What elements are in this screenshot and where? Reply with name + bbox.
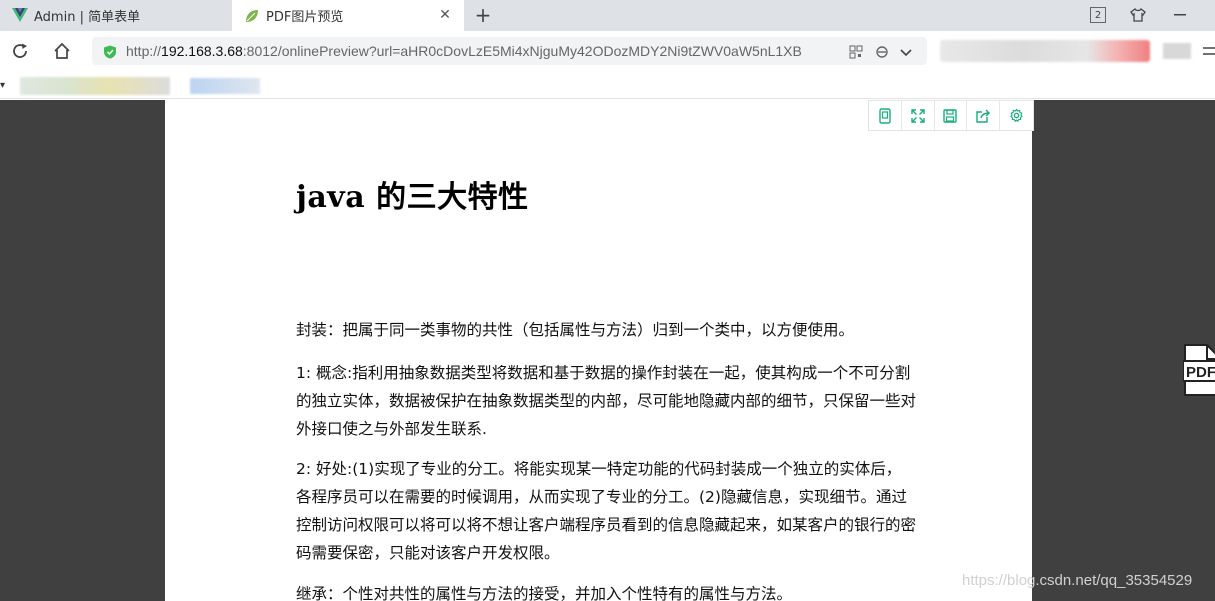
bookmark-item[interactable] xyxy=(190,78,260,94)
bookmarks-bar: ▾ xyxy=(0,71,1215,99)
chevron-down-icon[interactable] xyxy=(899,44,913,58)
skin-icon[interactable] xyxy=(1128,5,1148,25)
fullscreen-icon[interactable] xyxy=(902,101,935,130)
tab-label: PDF图片预览 xyxy=(266,10,344,25)
qr-code-icon[interactable] xyxy=(849,44,863,59)
settings-gear-icon[interactable] xyxy=(1000,101,1033,130)
bookmark-item[interactable] xyxy=(20,77,170,95)
ie-mode-icon[interactable] xyxy=(875,44,889,58)
close-icon[interactable]: ✕ xyxy=(438,8,452,22)
document-paragraph: 2: 好处:(1)实现了专业的分工。将能实现某一特定功能的代码封装成一个独立的实… xyxy=(296,460,917,562)
extension-icon[interactable] xyxy=(1163,43,1191,59)
watermark: https://blog.csdn.net/qq_35354529 xyxy=(962,572,1193,589)
pdf-file-icon[interactable]: PDF xyxy=(1182,344,1215,396)
tab-admin[interactable]: Admin | 简单表单 xyxy=(0,0,232,31)
new-tab-button[interactable]: + xyxy=(472,4,494,26)
menu-icon[interactable] xyxy=(1198,40,1215,62)
minimize-icon[interactable] xyxy=(1170,5,1190,25)
tab-pdf-preview[interactable]: PDF图片预览 ✕ xyxy=(232,0,464,31)
search-box[interactable] xyxy=(940,40,1150,62)
tab-label: Admin | 简单表单 xyxy=(34,10,141,25)
home-icon[interactable] xyxy=(51,40,73,62)
pdf-toolbar xyxy=(868,100,1034,131)
navigation-bar: http://192.168.3.68:8012/onlinePreview?u… xyxy=(0,31,1215,71)
document-paragraph: 1: 概念:指利用抽象数据类型将数据和基于数据的操作封装在一起，使其构成一个不可… xyxy=(296,364,917,438)
page-mode-icon[interactable] xyxy=(869,101,902,130)
reload-icon[interactable] xyxy=(9,40,31,62)
address-bar[interactable]: http://192.168.3.68:8012/onlinePreview?u… xyxy=(92,37,927,65)
document-paragraph: 继承：个性对共性的属性与方法的接受，并加入个性特有的属性与方法。 xyxy=(296,585,793,601)
tab-count-badge[interactable]: 2 xyxy=(1090,7,1106,23)
document-title: java 的三大特性 xyxy=(296,180,529,215)
secure-shield-icon xyxy=(103,44,117,59)
bookmarks-menu-arrow-icon[interactable]: ▾ xyxy=(0,80,20,92)
pdf-icon-label: PDF xyxy=(1186,364,1215,381)
tab-strip: Admin | 简单表单 PDF图片预览 ✕ + 2 xyxy=(0,0,1215,31)
vue-logo-icon xyxy=(12,7,28,24)
document-paragraph: 封装：把属于同一类事物的共性（包括属性与方法）归到一个类中，以方便使用。 xyxy=(296,321,855,339)
url-text[interactable]: http://192.168.3.68:8012/onlinePreview?u… xyxy=(126,43,838,59)
share-icon[interactable] xyxy=(967,101,1001,130)
leaf-icon xyxy=(244,8,260,24)
save-icon[interactable] xyxy=(935,101,968,130)
